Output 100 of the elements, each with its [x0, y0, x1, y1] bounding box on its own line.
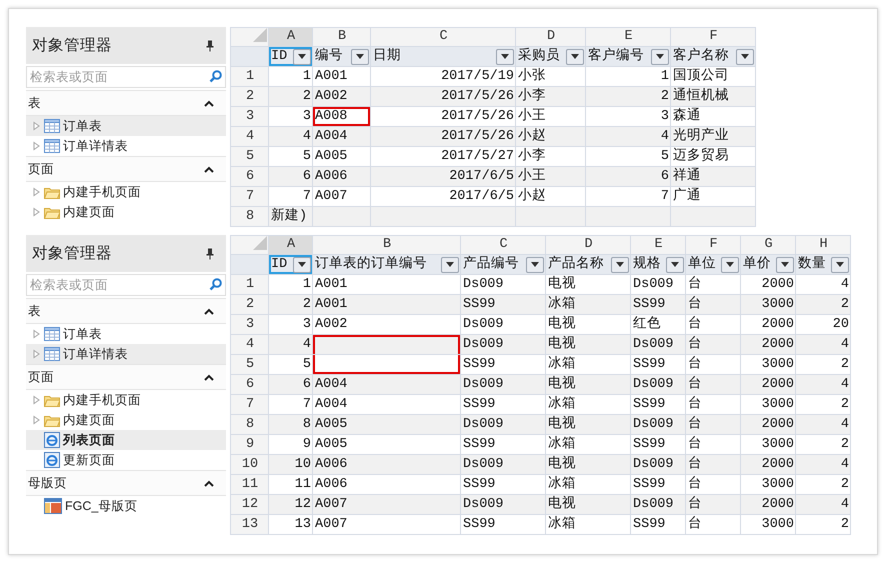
- row-header[interactable]: 13: [230, 514, 268, 534]
- tree-item[interactable]: 内建手机页面: [26, 182, 226, 202]
- filter-dropdown-button[interactable]: [293, 256, 311, 272]
- tree-item[interactable]: 内建手机页面: [26, 390, 226, 410]
- table-cell: SS99: [630, 294, 686, 314]
- filter-dropdown-button[interactable]: [721, 256, 739, 272]
- field-header[interactable]: 产品编号: [460, 254, 546, 274]
- field-header[interactable]: 单价: [740, 254, 796, 274]
- column-header[interactable]: B: [312, 236, 460, 254]
- section-header[interactable]: 表: [26, 298, 226, 324]
- table-cell: 2000: [740, 494, 796, 514]
- field-header[interactable]: 订单表的订单编号: [312, 254, 460, 274]
- table-cell: 台: [686, 334, 740, 354]
- row-header[interactable]: 4: [230, 334, 268, 354]
- row-header[interactable]: 4: [230, 126, 268, 146]
- tree-item[interactable]: 订单详情表: [26, 344, 226, 364]
- row-header[interactable]: 7: [230, 186, 268, 206]
- row-header[interactable]: 5: [230, 354, 268, 374]
- table-cell: 2: [796, 514, 850, 534]
- tree-item[interactable]: 订单详情表: [26, 136, 226, 156]
- row-header[interactable]: 2: [230, 294, 268, 314]
- column-header[interactable]: F: [686, 236, 740, 254]
- row-header[interactable]: 7: [230, 394, 268, 414]
- column-header[interactable]: G: [740, 236, 796, 254]
- filter-dropdown-button[interactable]: [496, 48, 514, 64]
- column-header[interactable]: D: [546, 236, 630, 254]
- filter-dropdown-button[interactable]: [351, 48, 369, 64]
- filter-dropdown-button[interactable]: [526, 256, 544, 272]
- filter-dropdown-button[interactable]: [666, 256, 684, 272]
- filter-dropdown-button[interactable]: [441, 256, 459, 272]
- row-header[interactable]: 6: [230, 374, 268, 394]
- row-header[interactable]: 6: [230, 166, 268, 186]
- field-header[interactable]: 规格: [630, 254, 686, 274]
- filter-dropdown-button[interactable]: [831, 256, 849, 272]
- tree-item[interactable]: FGC_母版页: [26, 496, 226, 516]
- section-header[interactable]: 页面: [26, 156, 226, 182]
- tree-item[interactable]: 订单表: [26, 324, 226, 344]
- row-header[interactable]: 8: [230, 414, 268, 434]
- table-cell: 3000: [740, 514, 796, 534]
- column-header[interactable]: F: [670, 28, 756, 46]
- filter-dropdown-button[interactable]: [736, 48, 754, 64]
- section-header[interactable]: 页面: [26, 364, 226, 390]
- tree-item[interactable]: 内建页面: [26, 410, 226, 430]
- row-header[interactable]: 9: [230, 434, 268, 454]
- column-header[interactable]: A: [268, 28, 312, 46]
- column-header[interactable]: D: [516, 28, 586, 46]
- field-header[interactable]: 编号: [312, 46, 370, 66]
- caret-icon: [298, 262, 306, 267]
- field-name: 订单表的订单编号: [315, 256, 427, 274]
- search-field[interactable]: 检索表或页面: [26, 66, 226, 88]
- row-header[interactable]: 3: [230, 314, 268, 334]
- field-header[interactable]: 日期: [370, 46, 516, 66]
- folder-icon: [44, 414, 60, 426]
- column-header[interactable]: B: [312, 28, 370, 46]
- panel-title: 对象管理器: [32, 244, 112, 264]
- tree-item[interactable]: 列表页面: [26, 430, 226, 450]
- field-header[interactable]: 数量: [796, 254, 850, 274]
- tree-item[interactable]: 订单表: [26, 116, 226, 136]
- row-header[interactable]: 11: [230, 474, 268, 494]
- filter-dropdown-button[interactable]: [566, 48, 584, 64]
- row-header[interactable]: 3: [230, 106, 268, 126]
- column-header[interactable]: C: [370, 28, 516, 46]
- filter-dropdown-button[interactable]: [651, 48, 669, 64]
- page-icon: [44, 452, 60, 468]
- filter-dropdown-button[interactable]: [611, 256, 629, 272]
- filter-dropdown-button[interactable]: [293, 48, 311, 64]
- row-header[interactable]: 8: [230, 206, 268, 226]
- page-icon: [44, 432, 60, 448]
- column-header[interactable]: C: [460, 236, 546, 254]
- field-header[interactable]: ID: [268, 46, 312, 66]
- tree-item[interactable]: 更新页面: [26, 450, 226, 470]
- caret-icon: [501, 54, 509, 59]
- column-header[interactable]: E: [630, 236, 686, 254]
- item-label: 内建页面: [63, 204, 115, 221]
- section-header[interactable]: 母版页: [26, 470, 226, 496]
- column-header[interactable]: A: [268, 236, 312, 254]
- row-header[interactable]: 1: [230, 274, 268, 294]
- item-label: FGC_母版页: [65, 498, 138, 515]
- column-header[interactable]: H: [796, 236, 850, 254]
- row-header[interactable]: 2: [230, 86, 268, 106]
- table-cell: 电视: [546, 494, 630, 514]
- column-header[interactable]: E: [586, 28, 670, 46]
- field-header[interactable]: 产品名称: [546, 254, 630, 274]
- search-field[interactable]: 检索表或页面: [26, 274, 226, 296]
- folder-icon: [44, 206, 60, 218]
- folder-icon: [44, 394, 60, 406]
- filter-dropdown-button[interactable]: [776, 256, 794, 272]
- section-header[interactable]: 表: [26, 90, 226, 116]
- row-header[interactable]: 5: [230, 146, 268, 166]
- table-cell: 台: [686, 374, 740, 394]
- table-cell: 台: [686, 414, 740, 434]
- field-header[interactable]: 采购员: [516, 46, 586, 66]
- table-icon: [44, 119, 60, 133]
- caret-icon: [671, 262, 679, 267]
- row-header[interactable]: 12: [230, 494, 268, 514]
- row-header[interactable]: 10: [230, 454, 268, 474]
- tree-item[interactable]: 内建页面: [26, 202, 226, 222]
- field-header[interactable]: ID: [268, 254, 312, 274]
- row-header[interactable]: 1: [230, 66, 268, 86]
- field-header[interactable]: 单位: [686, 254, 740, 274]
